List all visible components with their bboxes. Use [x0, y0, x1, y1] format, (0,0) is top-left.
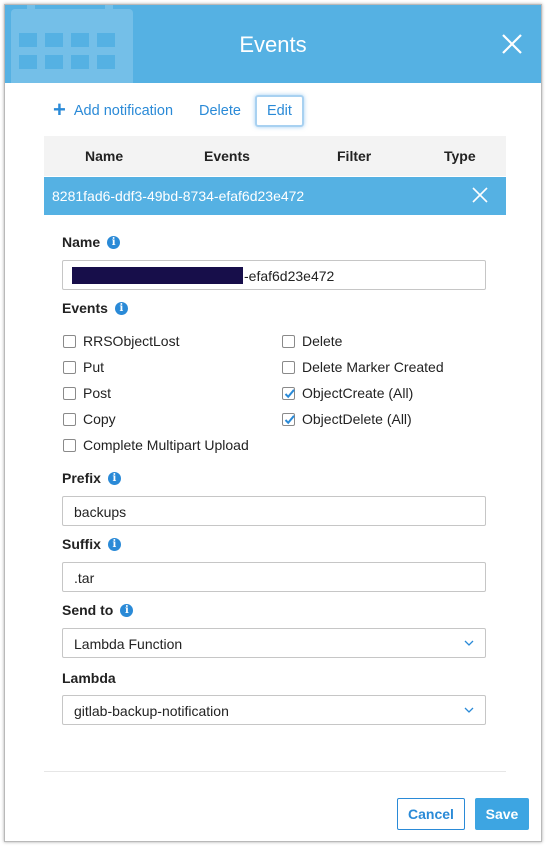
- save-button[interactable]: Save: [475, 798, 529, 830]
- name-field[interactable]: -efaf6d23e472: [62, 260, 486, 290]
- event-checkbox-rrsobjectlost[interactable]: RRSObjectLost: [63, 333, 179, 349]
- info-icon[interactable]: i: [107, 235, 121, 249]
- notification-id: 8281fad6-ddf3-49bd-8734-efaf6d23e472: [52, 188, 305, 204]
- checkbox-label: ObjectDelete (All): [302, 411, 412, 427]
- checkbox[interactable]: [63, 386, 76, 400]
- send-to-select[interactable]: Lambda Function: [62, 628, 486, 658]
- add-notification-label: Add notification: [73, 103, 174, 119]
- event-checkbox-delete-marker-created[interactable]: Delete Marker Created: [282, 359, 444, 375]
- dialog-title: Events: [239, 32, 307, 57]
- lambda-label-text: Lambda: [62, 670, 116, 686]
- info-icon[interactable]: i: [120, 603, 134, 617]
- event-checkbox-post[interactable]: Post: [63, 385, 111, 401]
- checkbox-label: Complete Multipart Upload: [83, 437, 249, 453]
- event-checkbox-objectcreate-all[interactable]: ObjectCreate (All): [282, 385, 413, 401]
- prefix-input[interactable]: backups: [62, 496, 486, 526]
- delete-button[interactable]: Delete: [199, 103, 241, 119]
- event-checkbox-put[interactable]: Put: [63, 359, 104, 375]
- name-label: Name i: [62, 234, 121, 250]
- checkbox[interactable]: [63, 412, 76, 426]
- column-header-events[interactable]: Events: [204, 148, 250, 164]
- chevron-down-icon: [464, 640, 474, 646]
- add-notification-button[interactable]: + Add notification: [53, 97, 174, 122]
- checkbox-label: Put: [83, 359, 105, 375]
- suffix-label: Suffix i: [62, 536, 121, 552]
- checkbox[interactable]: [63, 334, 76, 348]
- toolbar: + Add notification Delete Edit: [50, 95, 304, 127]
- selected-notification-row[interactable]: 8281fad6-ddf3-49bd-8734-efaf6d23e472: [44, 177, 506, 215]
- prefix-value: backups: [74, 504, 127, 520]
- checkmark-icon: [284, 388, 295, 398]
- checkbox-label: Copy: [83, 411, 116, 427]
- checkbox-checked[interactable]: [282, 386, 295, 400]
- checkbox[interactable]: [282, 360, 295, 374]
- lambda-value: gitlab-backup-notification: [74, 703, 229, 719]
- lambda-label: Lambda: [62, 670, 116, 686]
- checkbox-label: RRSObjectLost: [83, 333, 180, 349]
- prefix-label: Prefix i: [62, 470, 121, 486]
- send-to-label-text: Send to: [62, 602, 114, 618]
- cancel-button[interactable]: Cancel: [397, 798, 465, 830]
- events-label: Events i: [62, 300, 128, 316]
- checkbox[interactable]: [282, 334, 295, 348]
- send-to-label: Send to i: [62, 602, 134, 618]
- send-to-value: Lambda Function: [74, 636, 183, 652]
- column-header-filter[interactable]: Filter: [337, 148, 371, 164]
- checkbox-label: Delete Marker Created: [302, 359, 444, 375]
- event-checkbox-complete-multipart-upload[interactable]: Complete Multipart Upload: [63, 437, 249, 453]
- event-checkbox-delete[interactable]: Delete: [282, 333, 342, 349]
- plus-icon: +: [53, 97, 66, 122]
- checkbox-label: Post: [83, 385, 112, 401]
- info-icon[interactable]: i: [114, 301, 128, 315]
- prefix-label-text: Prefix: [62, 470, 101, 486]
- checkbox-label: Delete: [302, 333, 343, 349]
- checkbox-checked[interactable]: [282, 412, 295, 426]
- checkbox-label: ObjectCreate (All): [302, 385, 414, 401]
- chevron-down-icon: [464, 707, 474, 713]
- close-icon[interactable]: [501, 33, 523, 55]
- info-icon[interactable]: i: [107, 537, 121, 551]
- table-header: Name Events Filter Type: [44, 136, 506, 176]
- lambda-select[interactable]: gitlab-backup-notification: [62, 695, 486, 725]
- column-header-type[interactable]: Type: [444, 148, 476, 164]
- dialog-header: Events: [5, 5, 541, 83]
- info-icon[interactable]: i: [107, 471, 121, 485]
- name-label-text: Name: [62, 234, 101, 250]
- column-header-name[interactable]: Name: [85, 148, 123, 164]
- suffix-input[interactable]: .tar: [62, 562, 486, 592]
- name-field-value: -efaf6d23e472: [244, 268, 335, 284]
- suffix-label-text: Suffix: [62, 536, 101, 552]
- events-label-text: Events: [62, 300, 108, 316]
- events-dialog: Events + Add notification Delete Edit Na…: [4, 4, 542, 842]
- redacted-block: [72, 267, 243, 284]
- checkbox[interactable]: [63, 360, 76, 374]
- checkbox[interactable]: [63, 438, 76, 452]
- event-checkbox-objectdelete-all[interactable]: ObjectDelete (All): [282, 411, 412, 427]
- suffix-value: .tar: [74, 570, 95, 586]
- event-checkbox-copy[interactable]: Copy: [63, 411, 116, 427]
- checkmark-icon: [284, 414, 295, 424]
- edit-button[interactable]: Edit: [254, 95, 304, 127]
- close-icon[interactable]: [472, 187, 488, 203]
- footer-divider: [44, 771, 506, 772]
